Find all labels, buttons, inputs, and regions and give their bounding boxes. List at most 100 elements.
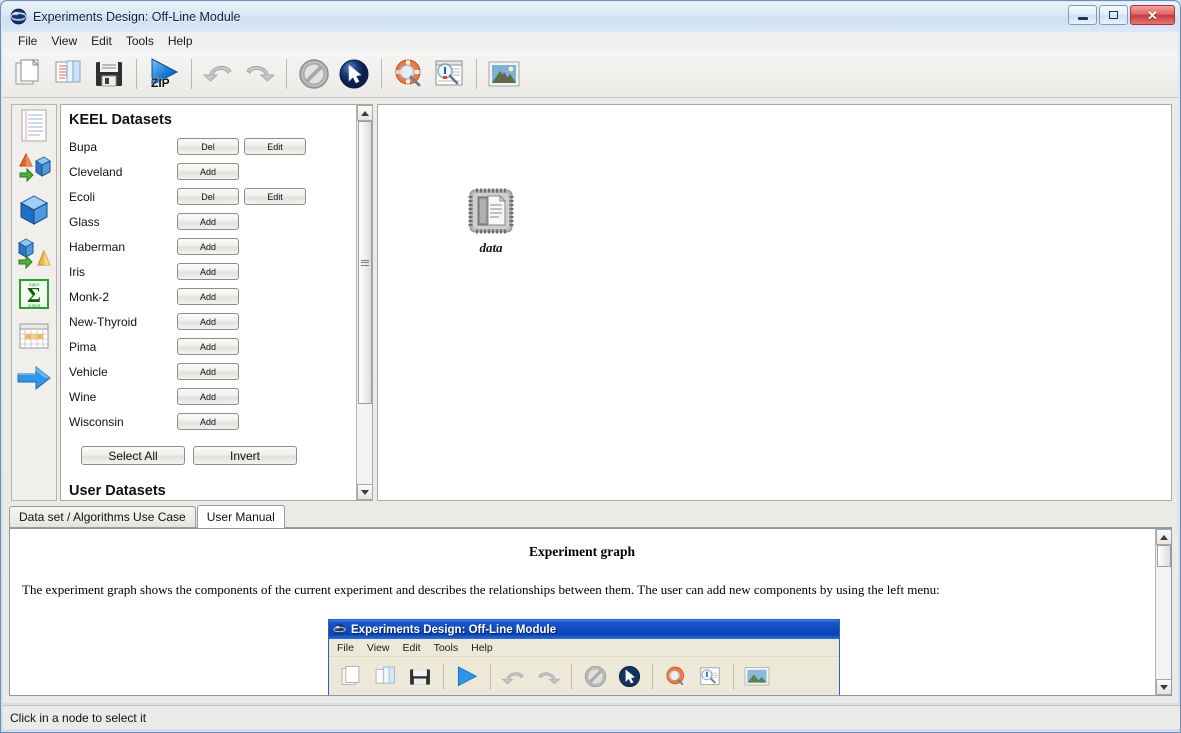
scrollbar-thumb[interactable] bbox=[358, 121, 372, 404]
dataset-name: Wine bbox=[69, 389, 97, 404]
lifebuoy-magnifier-icon bbox=[666, 666, 685, 685]
manual-scrollbar[interactable] bbox=[1155, 529, 1171, 695]
undo-button[interactable] bbox=[199, 53, 239, 95]
rail-item-postprocess[interactable] bbox=[12, 231, 56, 273]
dataset-add-button[interactable]: Add bbox=[177, 413, 239, 430]
tab-user-manual[interactable]: User Manual bbox=[196, 505, 285, 528]
embedded-new-button bbox=[335, 660, 369, 694]
dataset-add-button[interactable]: Add bbox=[177, 263, 239, 280]
dataset-name: Pima bbox=[69, 339, 97, 354]
dataset-name: Monk-2 bbox=[69, 289, 110, 304]
select-all-button[interactable]: Select All bbox=[81, 446, 185, 465]
dataset-row: Wisconsin Add bbox=[69, 409, 357, 434]
scrollbar-thumb[interactable] bbox=[1157, 545, 1171, 567]
user-manual-panel: Experiment graph The experiment graph sh… bbox=[9, 528, 1172, 696]
toolbar-separator bbox=[136, 58, 137, 89]
window-controls: ✕ bbox=[1068, 5, 1175, 25]
datasets-list: KEEL Datasets Bupa Del Edit Cleveland Ad… bbox=[61, 105, 357, 500]
menu-item-tools[interactable]: Tools bbox=[119, 33, 161, 49]
graph-node-label: data bbox=[479, 240, 503, 255]
dataset-edit-button[interactable]: Edit bbox=[244, 188, 306, 205]
dataset-name: Ecoli bbox=[69, 189, 96, 204]
open-experiment-button[interactable] bbox=[49, 53, 89, 95]
scrollbar-track[interactable] bbox=[357, 121, 372, 484]
scroll-up-button[interactable] bbox=[357, 105, 372, 121]
dataset-add-button[interactable]: Add bbox=[177, 213, 239, 230]
rail-item-datasets[interactable] bbox=[12, 105, 56, 147]
menu-bar: File View Edit Tools Help bbox=[3, 32, 1178, 50]
scrollbar-track[interactable] bbox=[1156, 545, 1171, 679]
dataset-add-button[interactable]: Add bbox=[177, 313, 239, 330]
rail-item-connection[interactable] bbox=[12, 357, 56, 399]
dataset-add-button[interactable]: Add bbox=[177, 388, 239, 405]
delete-node-button[interactable] bbox=[294, 53, 334, 95]
manual-content: Experiment graph The experiment graph sh… bbox=[10, 529, 1154, 695]
rail-item-visualization[interactable] bbox=[12, 315, 56, 357]
dataset-actions: Add bbox=[177, 413, 244, 430]
toolbar-separator bbox=[191, 58, 192, 89]
rail-item-preprocess[interactable] bbox=[12, 147, 56, 189]
dataset-add-button[interactable]: Add bbox=[177, 163, 239, 180]
dataset-row: Iris Add bbox=[69, 259, 357, 284]
redo-button[interactable] bbox=[239, 53, 279, 95]
dataset-add-button[interactable]: Add bbox=[177, 363, 239, 380]
globe-icon bbox=[333, 623, 346, 636]
embedded-select-button bbox=[612, 660, 646, 694]
title-bar[interactable]: Experiments Design: Off-Line Module ✕ bbox=[2, 2, 1179, 32]
menu-item-view[interactable]: View bbox=[44, 33, 84, 49]
graph-node-data[interactable]: data bbox=[460, 185, 522, 256]
embedded-redo-button bbox=[531, 660, 565, 694]
embedded-window-title: Experiments Design: Off-Line Module bbox=[351, 623, 557, 636]
help-button[interactable] bbox=[389, 53, 429, 95]
dataset-actions: Add bbox=[177, 213, 244, 230]
scroll-up-button[interactable] bbox=[1156, 529, 1171, 545]
open-folder-icon bbox=[375, 666, 395, 683]
rail-item-statistics[interactable]: Σ input output bbox=[12, 273, 56, 315]
new-experiment-button[interactable] bbox=[9, 53, 49, 95]
menu-item-help[interactable]: Help bbox=[161, 33, 200, 49]
select-pointer-button[interactable] bbox=[334, 53, 374, 95]
dataset-row: Wine Add bbox=[69, 384, 357, 409]
dataset-del-button[interactable]: Del bbox=[177, 138, 239, 155]
view-image-button[interactable] bbox=[484, 53, 524, 95]
dataset-row: Monk-2 Add bbox=[69, 284, 357, 309]
maximize-button[interactable] bbox=[1099, 5, 1128, 25]
globe-icon bbox=[10, 8, 27, 24]
svg-text:output: output bbox=[28, 303, 41, 308]
minimize-icon bbox=[1077, 16, 1088, 20]
document-magnifier-icon bbox=[435, 60, 463, 85]
scroll-down-button[interactable] bbox=[357, 484, 372, 500]
tab-use-case[interactable]: Data set / Algorithms Use Case bbox=[9, 506, 196, 527]
datasets-scrollbar[interactable] bbox=[356, 105, 372, 500]
status-bar: Click in a node to select it bbox=[3, 705, 1180, 729]
dataset-edit-button[interactable]: Edit bbox=[244, 138, 306, 155]
picture-landscape-icon bbox=[488, 61, 520, 86]
export-zip-button[interactable]: ZIP bbox=[144, 53, 184, 95]
manual-paragraph: The experiment graph shows the component… bbox=[22, 582, 940, 597]
embedded-menu-file: File bbox=[337, 641, 354, 654]
scroll-down-button[interactable] bbox=[1156, 679, 1171, 695]
zip-export-icon: ZIP bbox=[151, 57, 179, 90]
open-folder-icon bbox=[55, 60, 81, 82]
dataset-row: Glass Add bbox=[69, 209, 357, 234]
dataset-row: New-Thyroid Add bbox=[69, 309, 357, 334]
dataset-del-button[interactable]: Del bbox=[177, 188, 239, 205]
dataset-add-button[interactable]: Add bbox=[177, 238, 239, 255]
menu-item-file[interactable]: File bbox=[11, 33, 44, 49]
toolbar-separator bbox=[476, 58, 477, 89]
inspect-report-button[interactable] bbox=[429, 53, 469, 95]
dataset-row: Cleveland Add bbox=[69, 159, 357, 184]
minimize-button[interactable] bbox=[1068, 5, 1097, 25]
dataset-add-button[interactable]: Add bbox=[177, 288, 239, 305]
document-magnifier-icon bbox=[700, 666, 720, 685]
rail-item-methods[interactable] bbox=[12, 189, 56, 231]
invert-selection-button[interactable]: Invert bbox=[193, 446, 297, 465]
menu-item-edit[interactable]: Edit bbox=[84, 33, 119, 49]
embedded-zip-button bbox=[450, 660, 484, 694]
experiment-graph-canvas[interactable]: data bbox=[377, 104, 1172, 501]
dataset-add-button[interactable]: Add bbox=[177, 338, 239, 355]
save-experiment-button[interactable] bbox=[89, 53, 129, 95]
embedded-toolbar-separator bbox=[652, 663, 653, 690]
close-button[interactable]: ✕ bbox=[1130, 5, 1175, 25]
maximize-icon bbox=[1109, 11, 1118, 19]
